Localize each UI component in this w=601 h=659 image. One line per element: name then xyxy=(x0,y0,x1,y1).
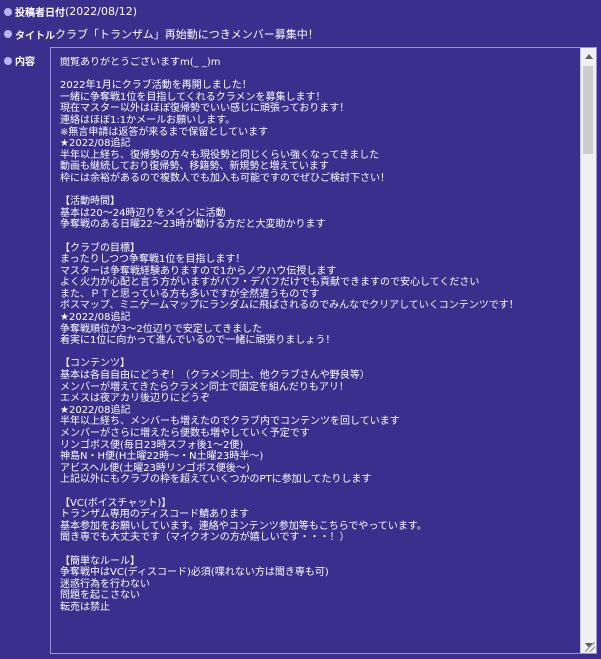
content-line: 動画も継続しており復帰勢、移籍勢、新規勢と増えています xyxy=(60,161,329,173)
content-line: 基本は各自自由にどうぞ！（クラメン同士、他クラブさんや野良等） xyxy=(60,370,370,382)
content-line: 【簡単なルール】 xyxy=(60,555,140,567)
content-line: 迷惑行為を行わない xyxy=(60,578,150,590)
content-line: トランザム専用のディスコード鯖あります xyxy=(60,509,250,521)
arrow-up-icon xyxy=(584,53,593,59)
content-line: 聞き専でも大丈夫です（マイクオンの方が嬉しいです・・・！） xyxy=(60,532,350,544)
bullet-icon xyxy=(4,7,12,16)
content-line: 神島N・H便(H土曜22時～・N土曜23時半～) xyxy=(60,451,264,463)
content-line: 転売は禁止 xyxy=(60,601,110,613)
content-line: 連絡はほぼ1:1かメールお願いします。 xyxy=(60,114,236,126)
content-line: エメスは夜アカリ後辺りにどうぞ xyxy=(60,393,210,405)
content-line: 争奪戦中はVC(ディスコード)必須(喋れない方は聞き専も可) xyxy=(60,567,329,579)
content-line: 【VC(ボイスチャット)】 xyxy=(60,497,172,509)
content-line: 争奪戦順位が3～2位辺りで安定してきました xyxy=(60,323,263,335)
content-line: ★2022/08追記 xyxy=(60,404,131,416)
content-line: 問題を起こさない xyxy=(60,590,140,602)
content-line: ボスマップ、ミニゲームマップにランダムに飛ばされるのでみんなでクリアしていくコン… xyxy=(60,300,519,312)
bullet-icon xyxy=(4,30,12,38)
content-line: メンバーがさらに増えたら便数も増やしていく予定です xyxy=(60,428,310,439)
content-line: 現在マスター以外はほぼ復帰勢でいい感じに頑張っております！ xyxy=(60,103,350,115)
content-line: 争奪戦のある日曜22～23時が動ける方だと大変助かります xyxy=(60,219,326,231)
content-line: ★2022/08追記 xyxy=(60,138,131,150)
post-body-label-row: 内容 xyxy=(4,53,35,68)
content-line: また、ＰＴと思っている方も多いですが全然違うものです xyxy=(60,288,320,300)
content-line: 枠には余裕があるので複数人でも加入も可能ですのでぜひご検討下さい！ xyxy=(60,172,390,184)
post-body-label: 内容 xyxy=(15,57,35,68)
content-line: 半年以上経ち、メンバーも増えたのでクラブ内でコンテンツを回しています xyxy=(60,416,400,428)
scroll-thumb[interactable] xyxy=(583,66,593,154)
content-line: 半年以上経ち、復帰勢の方々も現役勢と同じくらい強くなってきました xyxy=(60,149,380,161)
post-title-label: タイトル xyxy=(15,30,55,42)
vertical-scrollbar[interactable] xyxy=(580,48,596,653)
content-line: 基本参加をお願いしています。連絡やコンテンツ参加等もこちらでやっています。 xyxy=(60,520,427,532)
post-date-label: 投稿者日付 xyxy=(15,8,65,19)
content-line: アビスヘル便(土曜23時リンゴボス便後～) xyxy=(60,462,250,474)
content-line: 上記以外にもクラブの枠を超えていくつかのPTに参加してたりします xyxy=(60,474,372,486)
content-line: よく火力が心配と言う方がいますがバフ・デバフだけでも貢献できますので安心してくだ… xyxy=(60,277,480,289)
content-line: 基本は20～24時辺りをメインに活動 xyxy=(60,207,226,219)
content-line: まったりしつつ争奪戦1位を目指します！ xyxy=(60,254,246,266)
scroll-up-button[interactable] xyxy=(581,48,596,64)
content-line: ※無言申請は返答が来るまで保留としています xyxy=(60,126,269,138)
content-line xyxy=(60,185,576,197)
content-line: 【活動時間】 xyxy=(60,196,120,208)
resize-grip-icon[interactable] xyxy=(585,642,595,652)
content-line: メンバーが増えてきたらクラメン同士で固定を組んだりもアリ！ xyxy=(60,381,349,393)
content-line: 一緒に争奪戦1位を目指してくれるクラメンを募集します！ xyxy=(60,91,326,103)
content-line xyxy=(60,231,576,243)
post-content-textarea[interactable]: 閲覧ありがとうございますm(_ _)m 2022年1月にクラブ活動を再開しました！… xyxy=(50,47,597,654)
content-line: 【コンテンツ】 xyxy=(60,358,130,370)
content-line: 着実に1位に向かって進んでいるので一緒に頑張りましょう！ xyxy=(60,335,336,347)
post-title-row: タイトル クラブ「トランザム」再始動につきメンバー募集中！ xyxy=(4,26,319,42)
post-date-value: (2022/08/12) xyxy=(65,5,137,18)
bullet-icon xyxy=(4,56,12,65)
content-line xyxy=(60,544,576,556)
content-line: リンゴボス便(毎日23時スフォ後1～2便) xyxy=(60,439,244,451)
post-content-text: 閲覧ありがとうございますm(_ _)m 2022年1月にクラブ活動を再開しました！… xyxy=(60,57,576,649)
content-line: ★2022/08追記 xyxy=(60,312,131,324)
post-title-value: クラブ「トランザム」再始動につきメンバー募集中！ xyxy=(55,28,319,41)
content-line xyxy=(60,486,576,498)
post-date-row: 投稿者日付 (2022/08/12) xyxy=(4,4,137,19)
content-line: 2022年1月にクラブ活動を再開しました！ xyxy=(60,80,252,92)
content-line: 閲覧ありがとうございますm(_ _)m xyxy=(60,57,221,68)
content-line xyxy=(60,347,576,359)
content-line xyxy=(60,69,576,81)
content-line: マスターは争奪戦経験ありますので1からノウハウ伝授します xyxy=(60,265,337,277)
content-line: 【クラブの目標】 xyxy=(60,242,140,254)
